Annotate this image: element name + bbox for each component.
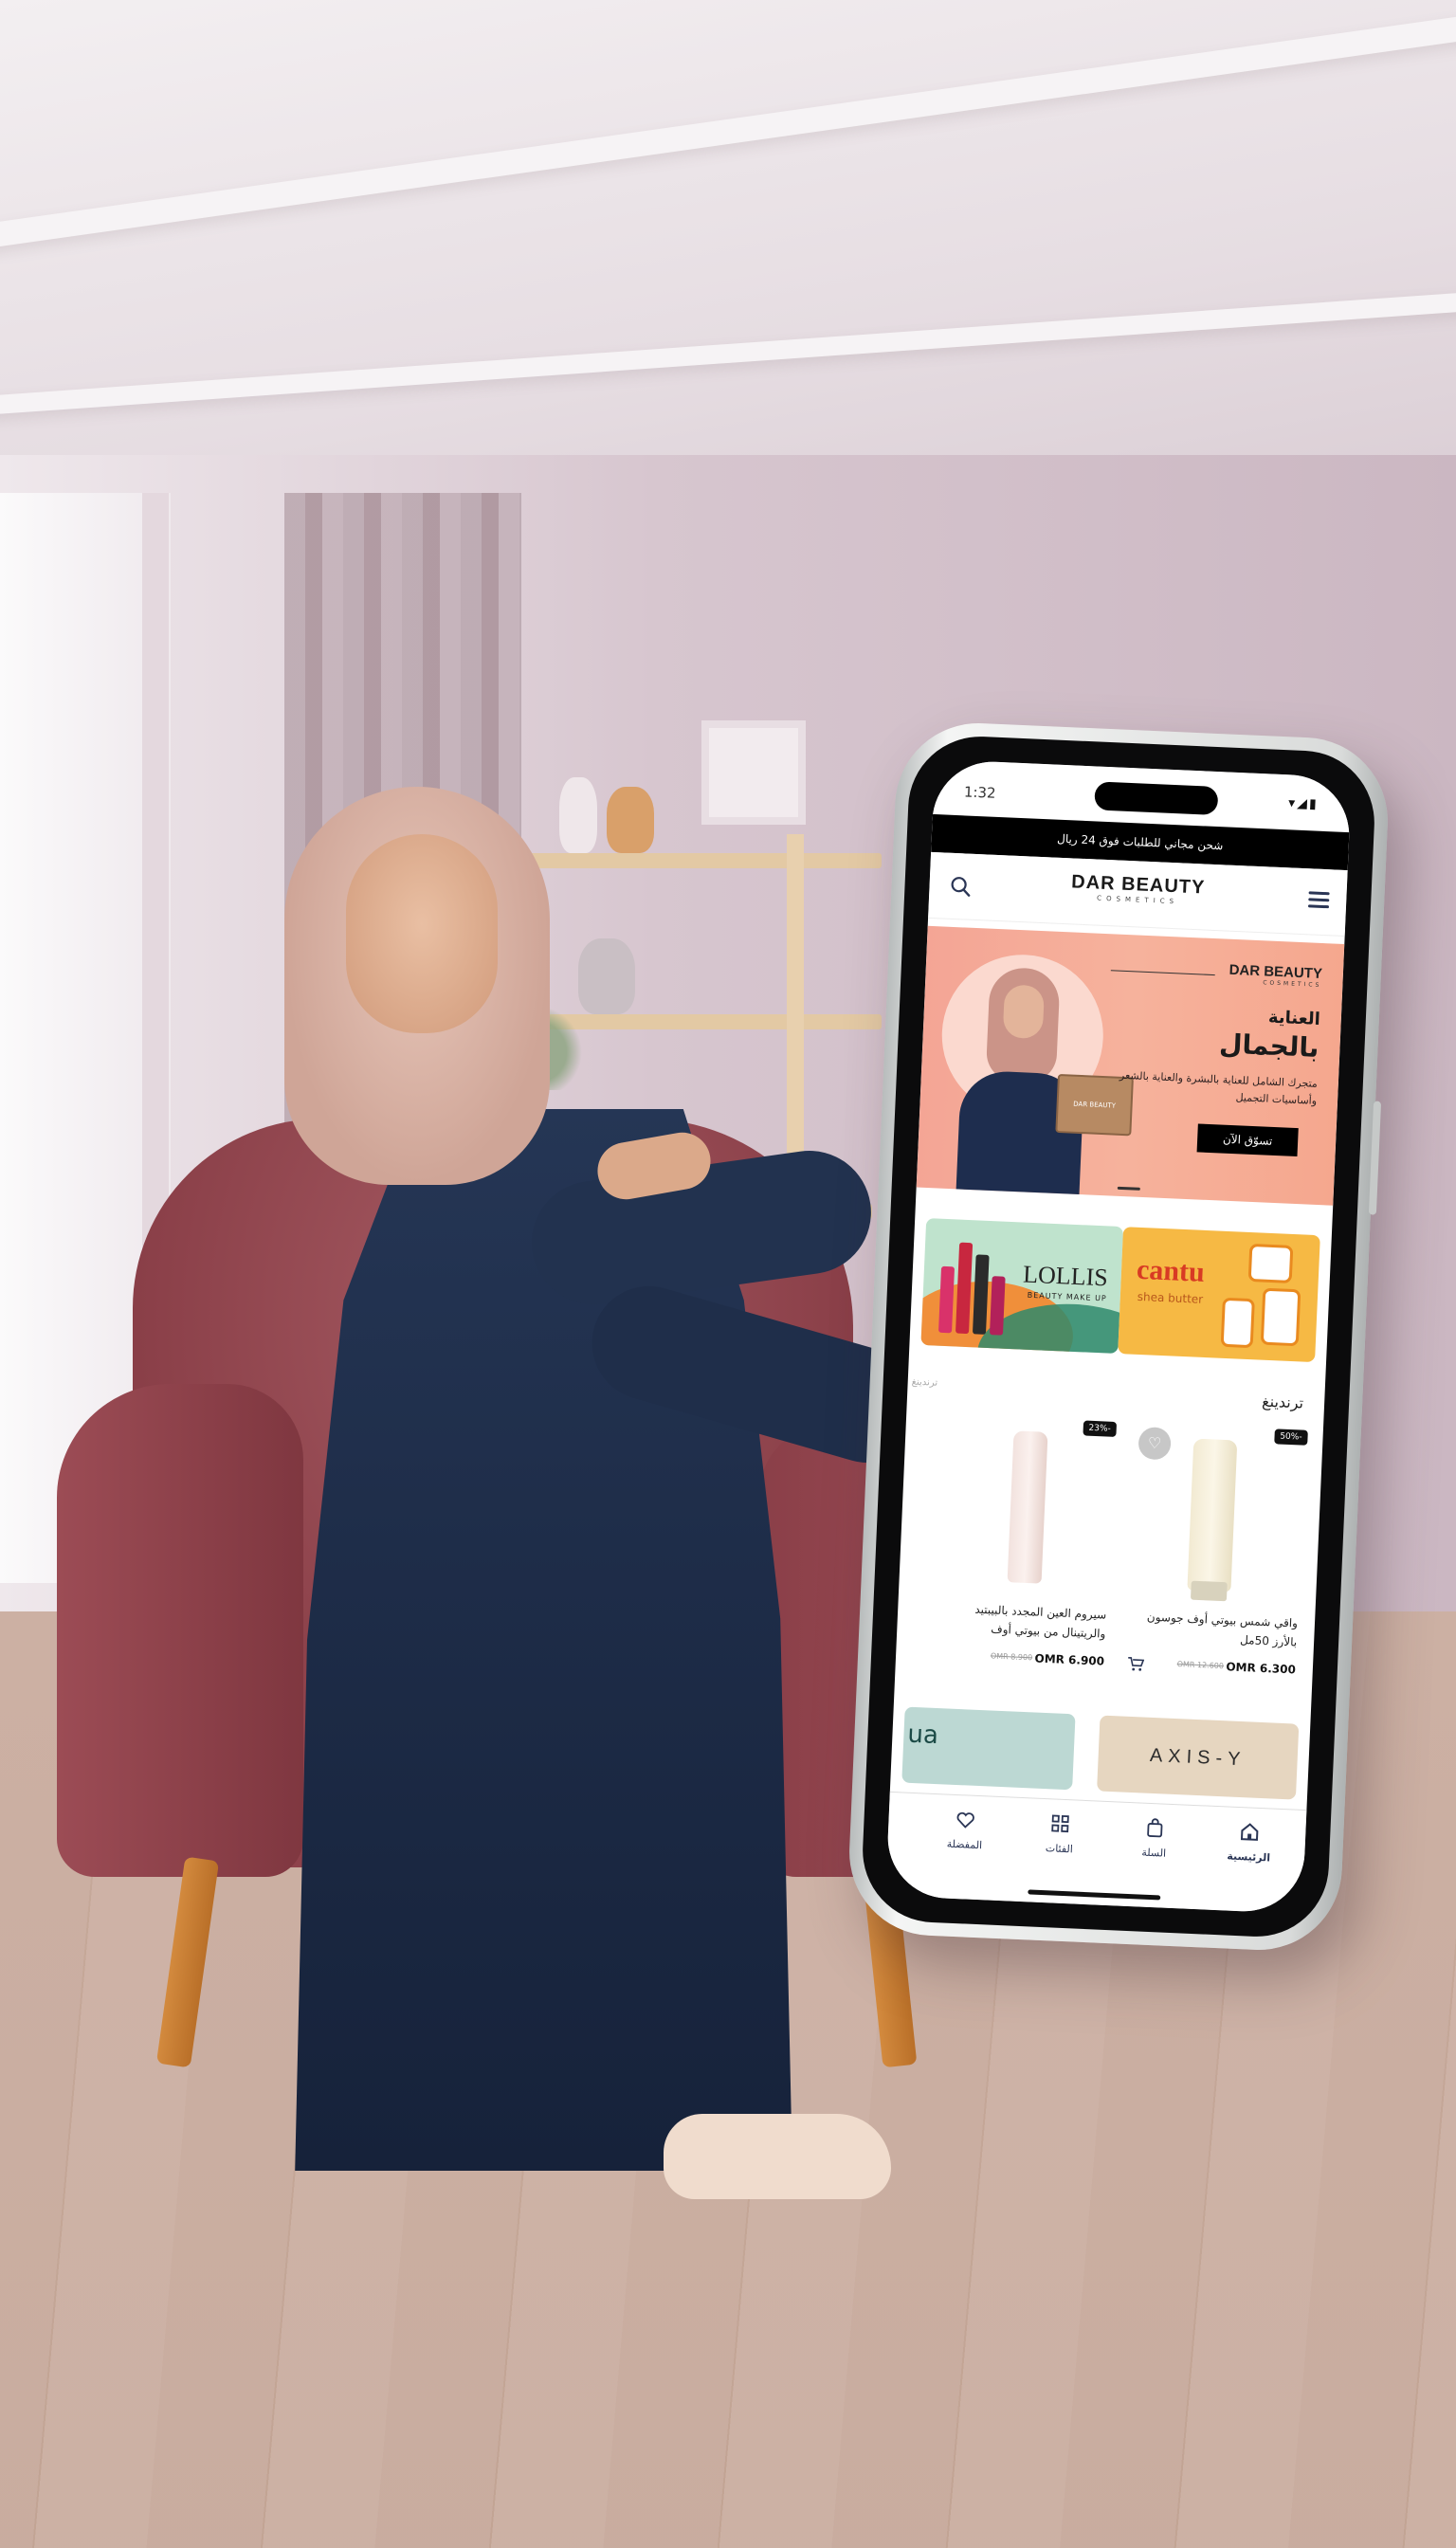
picture-frame (701, 720, 806, 825)
nav-categories[interactable]: الفئات (1016, 1811, 1103, 1858)
grid-icon (1051, 1814, 1069, 1833)
brand-card-lollis[interactable]: LOLLIS BEAUTY MAKE UP (920, 1218, 1124, 1354)
hero-description: متجرك الشامل للعناية بالبشرة والعناية با… (1119, 1068, 1319, 1107)
product-bottle-image (1260, 1287, 1301, 1347)
brand-card-cantu[interactable]: cantu shea butter (1118, 1227, 1320, 1363)
brand-partial-text: ua (906, 1720, 939, 1751)
brand-row: LOLLIS BEAUTY MAKE UP cantu shea butter (909, 1218, 1332, 1369)
hamburger-menu-icon[interactable] (1307, 891, 1330, 911)
product-old-price: OMR 12.600 (1176, 1660, 1225, 1671)
nav-home[interactable]: الرئيسية (1206, 1820, 1293, 1866)
nav-label: الفئات (1045, 1842, 1074, 1856)
product-image-cap (1190, 1580, 1228, 1602)
ceiling (0, 0, 1456, 531)
product-price: OMR 6.900 (1034, 1651, 1105, 1668)
product-name[interactable]: سيروم العين المجدد بالبيبتيد والريتينال … (944, 1598, 1107, 1643)
product-name[interactable]: واقي شمس بيوتي أوف جوسون بالأرز 50مل (1136, 1607, 1299, 1651)
product-image[interactable] (1007, 1430, 1048, 1584)
person-face (346, 834, 498, 1033)
vase (607, 787, 654, 853)
nav-label: الرئيسية (1227, 1849, 1271, 1865)
status-icons: ▾◢▮ (1287, 795, 1320, 812)
hero-divider-line (1110, 970, 1215, 976)
armchair-arm-left (57, 1384, 303, 1877)
brand-subtitle: shea butter (1137, 1289, 1204, 1306)
shelf (502, 853, 882, 868)
home-icon (1240, 1823, 1259, 1841)
lipstick-image (989, 1276, 1006, 1336)
hero-brand: DAR BEAUTY COSMETICS (1228, 962, 1322, 989)
product-card[interactable]: 23%- سيروم العين المجدد بالبيبتيد والريت… (929, 1409, 1120, 1691)
brand-card-axis-y[interactable]: AXIS-Y (1097, 1715, 1300, 1800)
brand-name: LOLLIS (1022, 1260, 1109, 1292)
section-title-trending: ترندينغ (1261, 1392, 1304, 1412)
product-carousel[interactable]: 50%- ♡ واقي شمس بيوتي أوف جوسون بالأرز 5… (894, 1407, 1323, 1709)
vase (559, 777, 597, 853)
nav-label: السلة (1141, 1846, 1167, 1860)
shop-now-button[interactable]: تسوّق الآن (1196, 1123, 1299, 1157)
discount-badge: 50%- (1273, 1429, 1308, 1446)
brand-card-partial[interactable]: ua (901, 1706, 1076, 1791)
bag-icon (1147, 1818, 1163, 1838)
heart-icon (956, 1811, 974, 1829)
hero-title-line2: بالجمال (1218, 1028, 1320, 1064)
person-shoe (664, 2114, 891, 2199)
product-jar-image (1247, 1243, 1294, 1283)
hero-model-image: DAR BEAUTY (951, 965, 1134, 1195)
home-indicator[interactable] (1028, 1889, 1161, 1901)
brand-name: cantu (1136, 1253, 1206, 1288)
product-bottle-image (1220, 1297, 1255, 1349)
bottom-navigation: الرئيسية السلة الفئات المفضلة (885, 1791, 1307, 1915)
product-price: OMR 6.300 (1226, 1660, 1297, 1677)
heart-icon[interactable]: ♡ (1138, 1427, 1172, 1461)
carousel-dot-active[interactable] (1117, 1186, 1140, 1191)
brand-row-secondary: ua AXIS-Y (890, 1706, 1310, 1800)
phone-bezel: 1:32 ▾◢▮ شحن مجاني للطلبات فوق 24 ريال D… (859, 733, 1378, 1940)
discount-badge: 23%- (1083, 1420, 1118, 1437)
dynamic-island (1094, 781, 1219, 816)
carousel-indicator[interactable] (1117, 1175, 1141, 1194)
status-time: 1:32 (963, 783, 996, 802)
product-card[interactable]: 50%- ♡ واقي شمس بيوتي أوف جوسون بالأرز 5… (1120, 1417, 1312, 1700)
section-title-trending-faded: ترندينغ (911, 1376, 938, 1389)
app-screen: 1:32 ▾◢▮ شحن مجاني للطلبات فوق 24 ريال D… (885, 758, 1352, 1915)
nav-cart[interactable]: السلة (1111, 1815, 1198, 1862)
hero-title-line1: العناية (1267, 1007, 1321, 1029)
product-image[interactable] (1187, 1438, 1238, 1592)
product-old-price: OMR 8.900 (990, 1651, 1033, 1663)
hero-banner[interactable]: DAR BEAUTY DAR BEAUTY COSMETICS العناية … (916, 925, 1345, 1206)
add-to-cart-icon[interactable] (1127, 1656, 1145, 1672)
nav-label: المفضلة (946, 1837, 983, 1852)
phone-device: 1:32 ▾◢▮ شحن مجاني للطلبات فوق 24 ريال D… (846, 719, 1392, 1954)
app-logo[interactable]: DAR BEAUTY COSMETICS (929, 865, 1347, 913)
nav-favorites[interactable]: المفضلة (921, 1807, 1009, 1853)
hero-model-face (1002, 984, 1046, 1040)
